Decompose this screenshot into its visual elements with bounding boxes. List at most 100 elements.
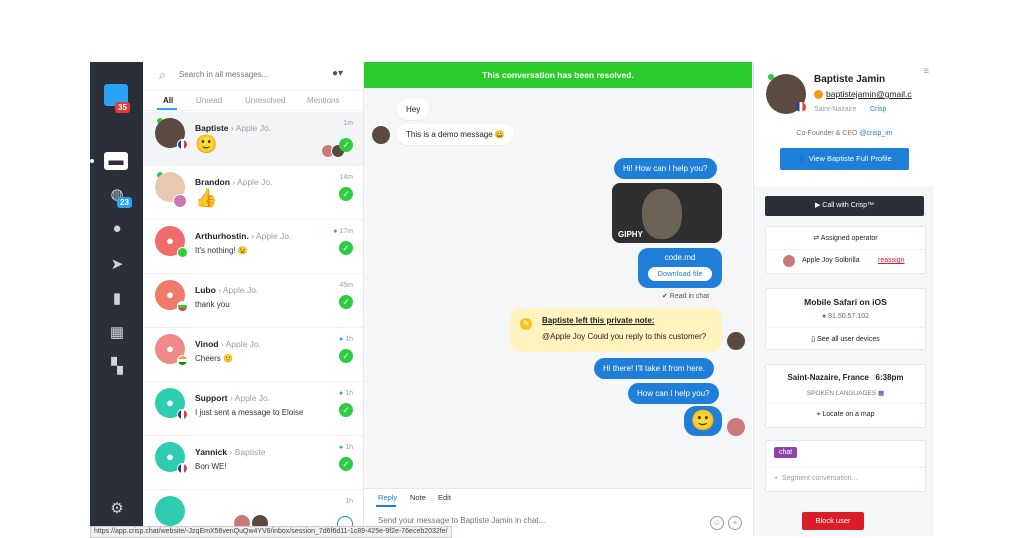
file-name: code.md [664,253,696,262]
profile-location: Saint-Nazaire [814,106,857,113]
conversation-name: Baptiste › Apple Jo. [195,123,272,133]
message-bubble: Hey [397,99,430,120]
list-item[interactable]: Brandon › Apple Jo. 👍 14m ✓ [143,166,363,220]
resolved-check-icon[interactable]: ✓ [339,403,353,417]
search-input[interactable] [177,69,331,80]
profile-email[interactable]: baptistejamin@gmail.c [826,89,912,99]
assigned-label: ⇄ Assigned operator [813,235,878,242]
list-item[interactable]: Baptiste › Apple Jo. 🙂 1m ✓ [143,112,363,166]
chat-panel: This conversation has been resolved. Hey… [364,62,752,536]
chart-icon[interactable]: ▦ [107,324,127,342]
download-file-button[interactable]: Download file [648,267,712,281]
tab-unresolved[interactable]: Unresolved [245,96,285,105]
view-full-profile-button[interactable]: 👤 View Baptiste Full Profile [780,148,909,170]
globe-badge: 23 [117,197,132,208]
message-input[interactable] [376,515,680,526]
segments-card: chat + Segment conversation... [765,440,926,492]
conversation-preview: Cheers 🙂 [195,354,233,363]
resolved-check-icon[interactable]: ✓ [339,138,353,152]
flag-icon [177,301,188,312]
profile-header: Baptiste Jamin baptistejamin@gmail.c Sai… [754,62,934,187]
locate-on-map-link[interactable]: ⌖ Locate on a map [766,411,925,419]
active-indicator [90,159,94,163]
visitor-avatar [372,126,390,144]
profile-role: Co-Founder & CEO @crisp_im [796,130,893,137]
conversation-preview: Bon WE! [195,462,227,471]
email-icon [814,90,823,99]
filter-tabs: All Unread Unresolved Mentions [143,92,363,111]
emoji-picker-icon[interactable]: ☺ [710,516,724,530]
conversation-name: Lubo › Apple Jo. [195,285,259,295]
gif-image [642,189,682,239]
city-time: Saint-Nazaire, France 6:38pm [787,373,904,382]
list-item[interactable]: ● Arthurhostin. › Apple Jo. It's nothing… [143,220,363,274]
list-item[interactable]: ● Support › Apple Jo. I just sent a mess… [143,382,363,436]
conversation-emoji: 🙂 [195,134,218,154]
send-icon[interactable]: ➤ [107,256,127,274]
segment-tag[interactable]: chat [774,447,798,458]
sub-avatar [173,194,187,208]
resolved-check-icon[interactable]: ✓ [339,349,353,363]
user-icon[interactable]: ● [107,220,127,238]
conversation-name: Yannick › Baptiste [195,447,266,457]
reassign-link[interactable]: reassign [878,257,904,264]
tab-reply[interactable]: Reply [378,493,397,502]
message-bubble: How can I help you? [628,383,719,404]
conversation-time: ● 1h [339,444,353,451]
settings-icon[interactable]: ⚙ [107,500,127,518]
tab-underline [157,108,177,110]
gif-message[interactable]: GIPHY [612,183,722,243]
resolved-check-icon[interactable]: ✓ [339,295,353,309]
conversation-name: Support › Apple Jo. [195,393,271,403]
list-item[interactable]: ● Lubo › Apple Jo. thank you 45m ✓ [143,274,363,328]
tab-mentions[interactable]: Mentions [307,96,339,105]
resolved-check-icon[interactable]: ✓ [339,241,353,255]
list-item[interactable]: ● Yannick › Baptiste Bon WE! ● 1h ✓ [143,436,363,490]
conversation-time: ● 1h [339,336,353,343]
message-bubble: Hi there! I'll take it from here. [594,358,715,379]
divider [766,249,925,250]
read-receipt: ✔ Read in chat [662,293,710,300]
see-devices-link[interactable]: ▯ See all user devices [766,335,925,343]
giphy-label: GIPHY [618,230,643,239]
conversation-emoji: 👍 [195,188,218,208]
search-icon: ⌕ [159,68,166,82]
user-filter-icon[interactable]: ●▾ [332,68,343,79]
list-item[interactable]: ● Vinod › Apple Jo. Cheers 🙂 ● 1h ✓ [143,328,363,382]
left-rail: 35 ▬ ◍ 23 ● ➤ ▮ ▦ ▚ ⚙ [90,62,143,536]
note-text: @Apple Joy Could you reply to this custo… [542,332,707,341]
chat-icon[interactable]: ▬ [104,152,128,170]
menu-icon[interactable]: ≡ [923,66,929,77]
tab-unread[interactable]: Unread [196,96,222,105]
plugins-icon[interactable]: ▚ [107,358,127,376]
message-bubble: This is a demo message 😀 [397,124,514,145]
avatar [155,496,185,526]
operator-avatar [727,418,745,436]
divider [766,403,925,404]
tab-all[interactable]: All [163,96,173,105]
tab-edit[interactable]: Edit [438,493,451,502]
call-button[interactable]: ▶ Call with Crisp™ [765,196,924,216]
spoken-languages: SPOKEN LANGUAGES ▦ [806,390,885,397]
add-attachment-icon[interactable]: + [728,516,742,530]
segment-input[interactable]: + Segment conversation... [774,475,933,482]
block-user-button[interactable]: Block user [802,512,864,530]
assigned-operator-card: ⇄ Assigned operator Apple Joy Solbrilla … [765,226,926,274]
flag-icon [177,247,188,258]
us-flag-icon: ▦ [878,390,885,397]
book-icon[interactable]: ▮ [107,290,127,308]
resolved-banner: This conversation has been resolved. [364,62,752,88]
ip-address: ● 81.50.57.102 [821,313,870,320]
conversation-name: Arthurhostin. › Apple Jo. [195,231,292,241]
resolved-check-icon[interactable]: ✓ [339,457,353,471]
note-title[interactable]: Baptiste left this private note: [542,316,654,325]
resolved-check-icon[interactable]: ✓ [339,187,353,201]
location-card: Saint-Nazaire, France 6:38pm SPOKEN LANG… [765,364,926,428]
conversation-list: ⌕ ●▾ All Unread Unresolved Mentions Bapt… [143,62,364,536]
profile-name: Baptiste Jamin [814,74,886,85]
tab-note[interactable]: Note [410,493,426,502]
profile-website[interactable]: Crisp [870,106,886,113]
operator-name: Apple Joy Solbrilla [802,257,860,264]
note-icon: ✎ [520,318,532,330]
emoji-message: 🙂 [684,406,722,436]
